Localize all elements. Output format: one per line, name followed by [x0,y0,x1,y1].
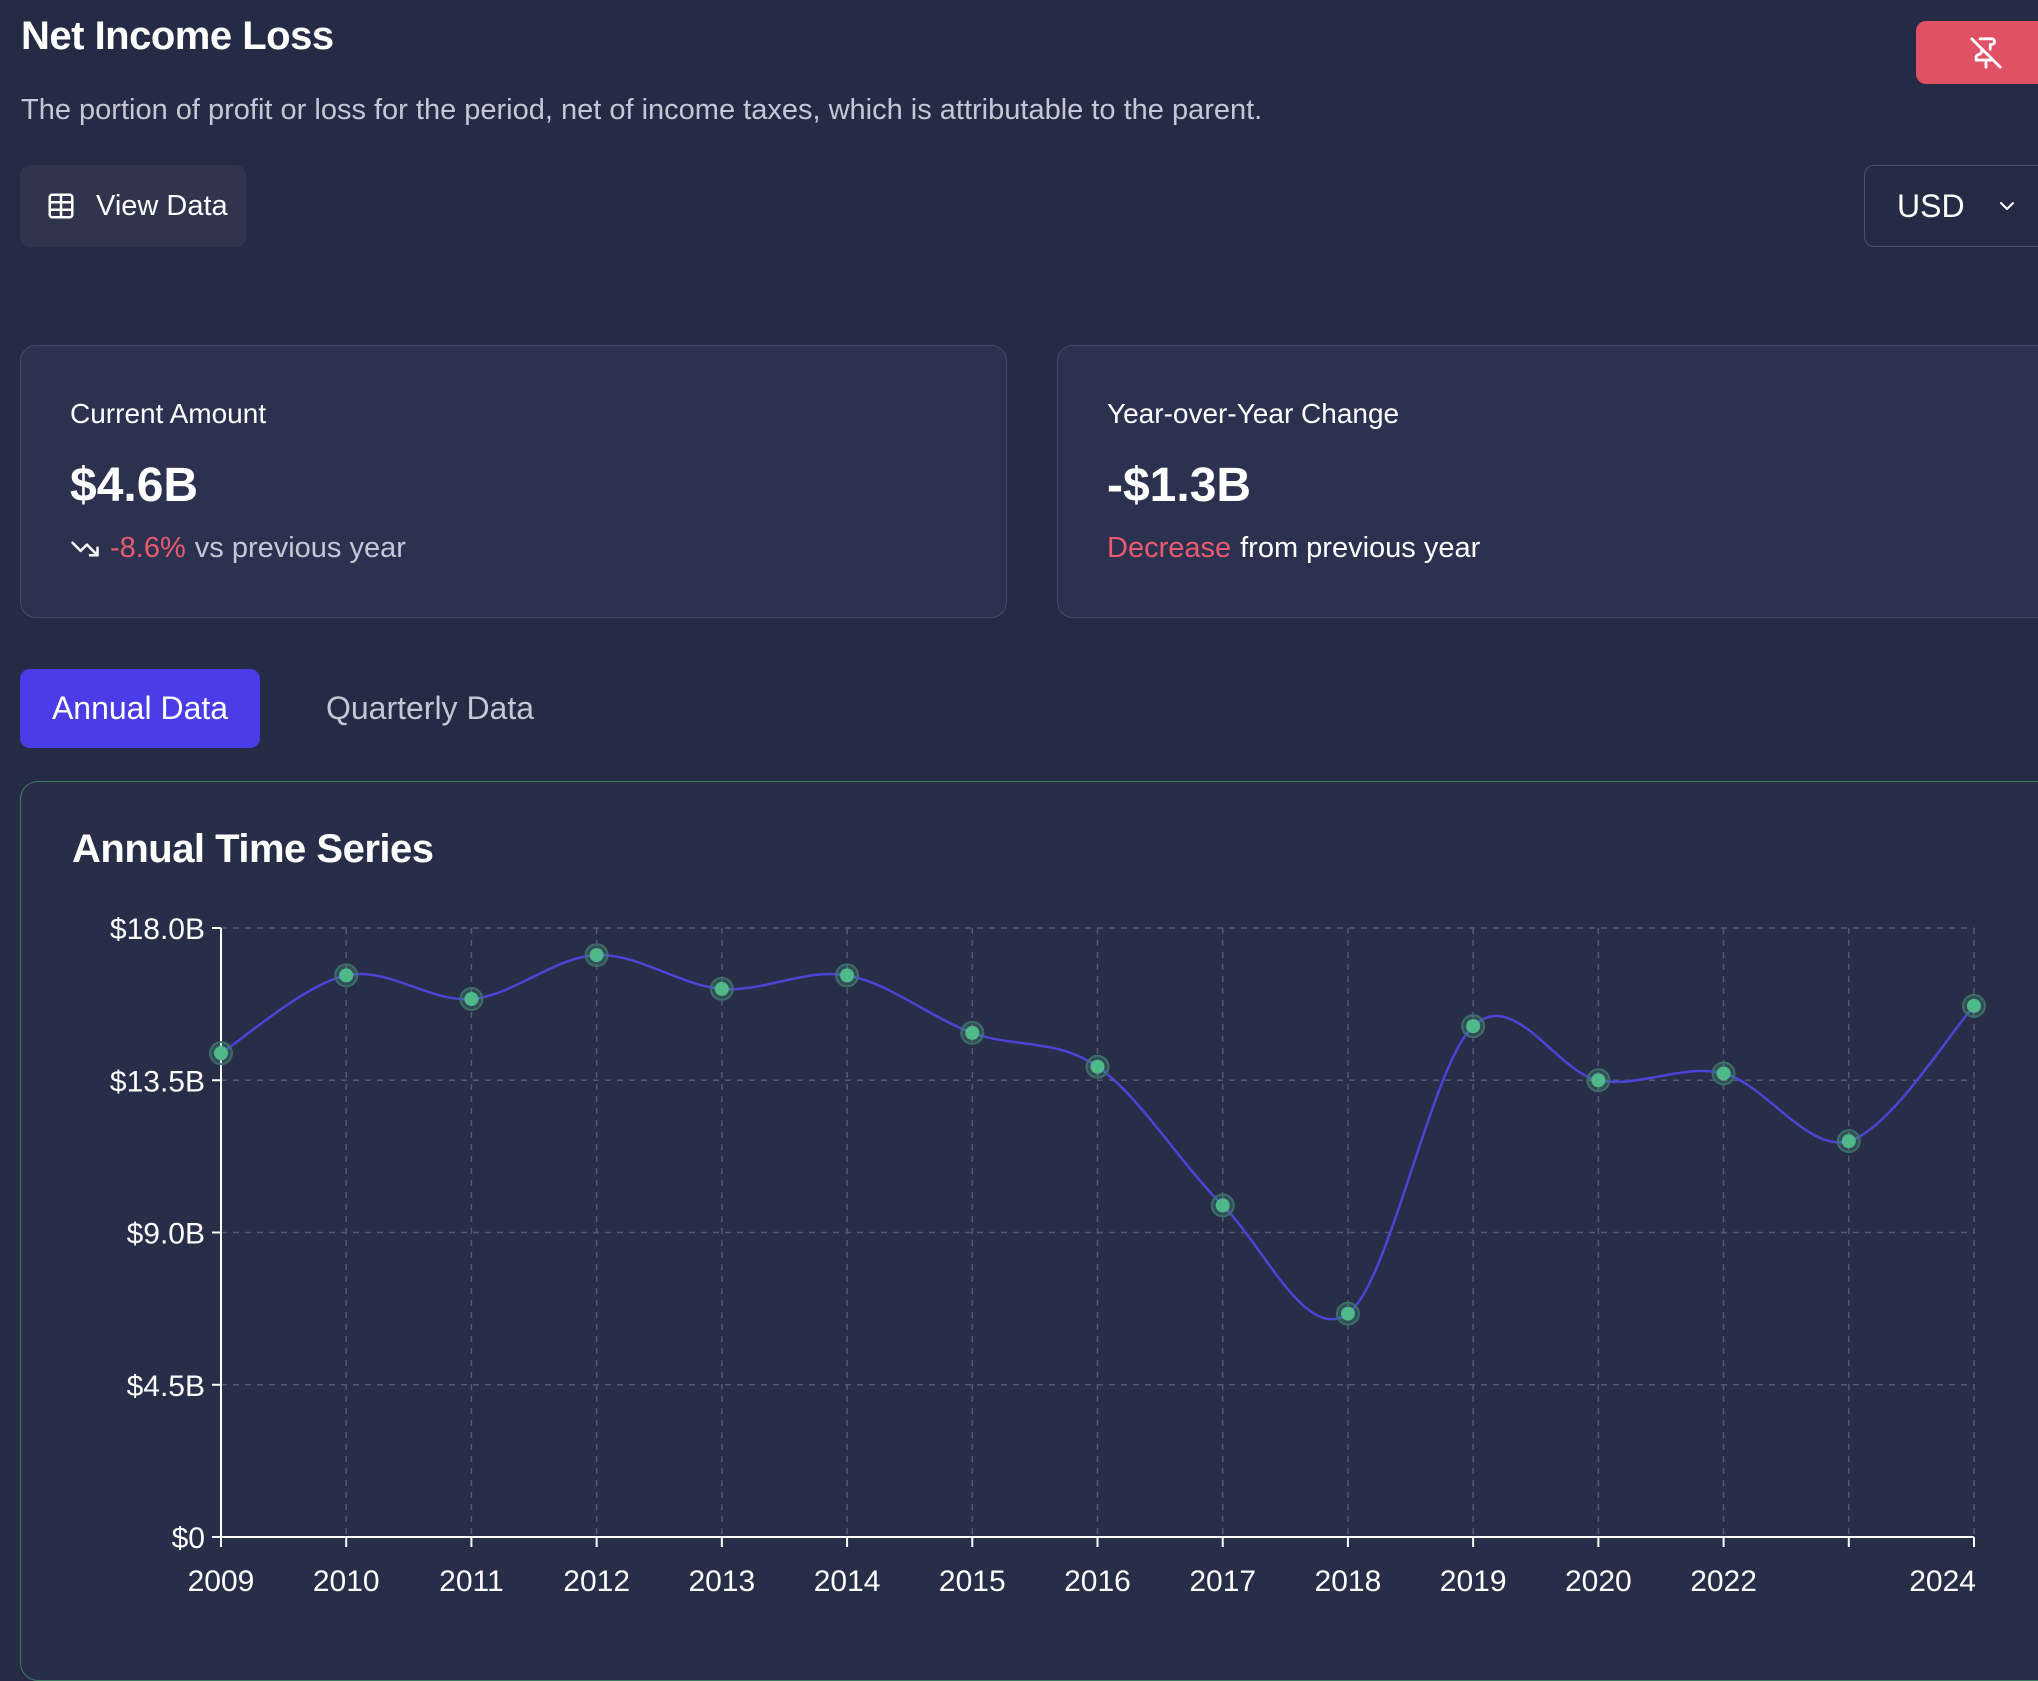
x-tick-label: 2015 [939,1565,1006,1598]
y-tick-label: $13.5B [110,1065,205,1098]
yoy-suffix: from previous year [1240,532,1481,564]
tab-annual-data[interactable]: Annual Data [20,669,260,748]
y-tick-label: $0 [172,1522,205,1555]
page-title: Net Income Loss [21,14,334,58]
x-tick-label: 2016 [1064,1565,1131,1598]
yoy-change-label: Year-over-Year Change [1107,398,1400,429]
data-point [339,968,354,983]
unpin-button[interactable] [1916,21,2038,84]
x-tick-label: 2022 [1690,1565,1757,1598]
x-tick-label: 2009 [188,1565,255,1598]
annual-line-chart: $0 $4.5B $9.0B $13.5B $18.0B 2009 2010 2011 2012… [110,913,1986,1598]
current-amount-label: Current Amount [70,398,267,429]
change-percent: -8.6% [110,532,186,564]
x-tick-label: 2011 [439,1565,504,1598]
y-tick-label: $18.0B [110,913,205,946]
yoy-direction: Decrease [1107,532,1232,564]
currency-value: USD [1897,187,1965,224]
data-point [1716,1066,1731,1081]
view-data-button[interactable]: View Data [20,165,246,247]
annual-chart-card: Annual Time Series $0 $4.5B $9.0B $13.5B $18… [20,781,2038,1681]
yoy-change-note: Decrease from previous year [1107,532,1480,565]
data-point [1090,1059,1105,1074]
table-grid-icon [46,191,76,221]
x-tick-label: 2020 [1565,1565,1632,1598]
view-data-label: View Data [96,189,228,222]
y-tick-label: $9.0B [127,1218,205,1251]
data-point [1841,1134,1856,1149]
x-tick-label: 2019 [1440,1565,1507,1598]
tab-quarterly-data[interactable]: Quarterly Data [300,669,560,748]
chevron-down-icon [1995,194,2019,218]
trending-down-icon [70,534,100,564]
data-point [1340,1306,1355,1321]
data-point [589,948,604,963]
yoy-change-card: Year-over-Year Change -$1.3B Decrease fr… [1057,345,2038,618]
x-tick-label: 2012 [563,1565,630,1598]
y-tick-label: $4.5B [127,1370,205,1403]
data-point [1967,998,1981,1013]
page-description: The portion of profit or loss for the pe… [21,94,1263,126]
change-suffix: vs previous year [194,532,406,564]
data-point [840,968,855,983]
data-point [714,981,729,996]
x-tick-label: 2018 [1315,1565,1382,1598]
data-point [1215,1198,1230,1213]
data-point [1466,1019,1481,1034]
currency-select[interactable]: USD [1864,165,2038,247]
pin-off-icon [1969,36,2003,70]
current-amount-change: -8.6% vs previous year [70,532,406,565]
x-tick-label: 2024 [1909,1565,1976,1598]
data-point [965,1025,980,1040]
x-tick-label: 2013 [688,1565,755,1598]
x-tick-label: 2014 [814,1565,881,1598]
x-tick-label: 2017 [1189,1565,1256,1598]
current-amount-value: $4.6B [70,459,199,512]
data-point [464,992,479,1007]
x-tick-label: 2010 [313,1565,380,1598]
data-point [214,1046,228,1061]
data-point [1591,1073,1606,1088]
yoy-change-value: -$1.3B [1107,459,1252,512]
current-amount-card: Current Amount $4.6B -8.6% vs previous y… [20,345,1007,618]
